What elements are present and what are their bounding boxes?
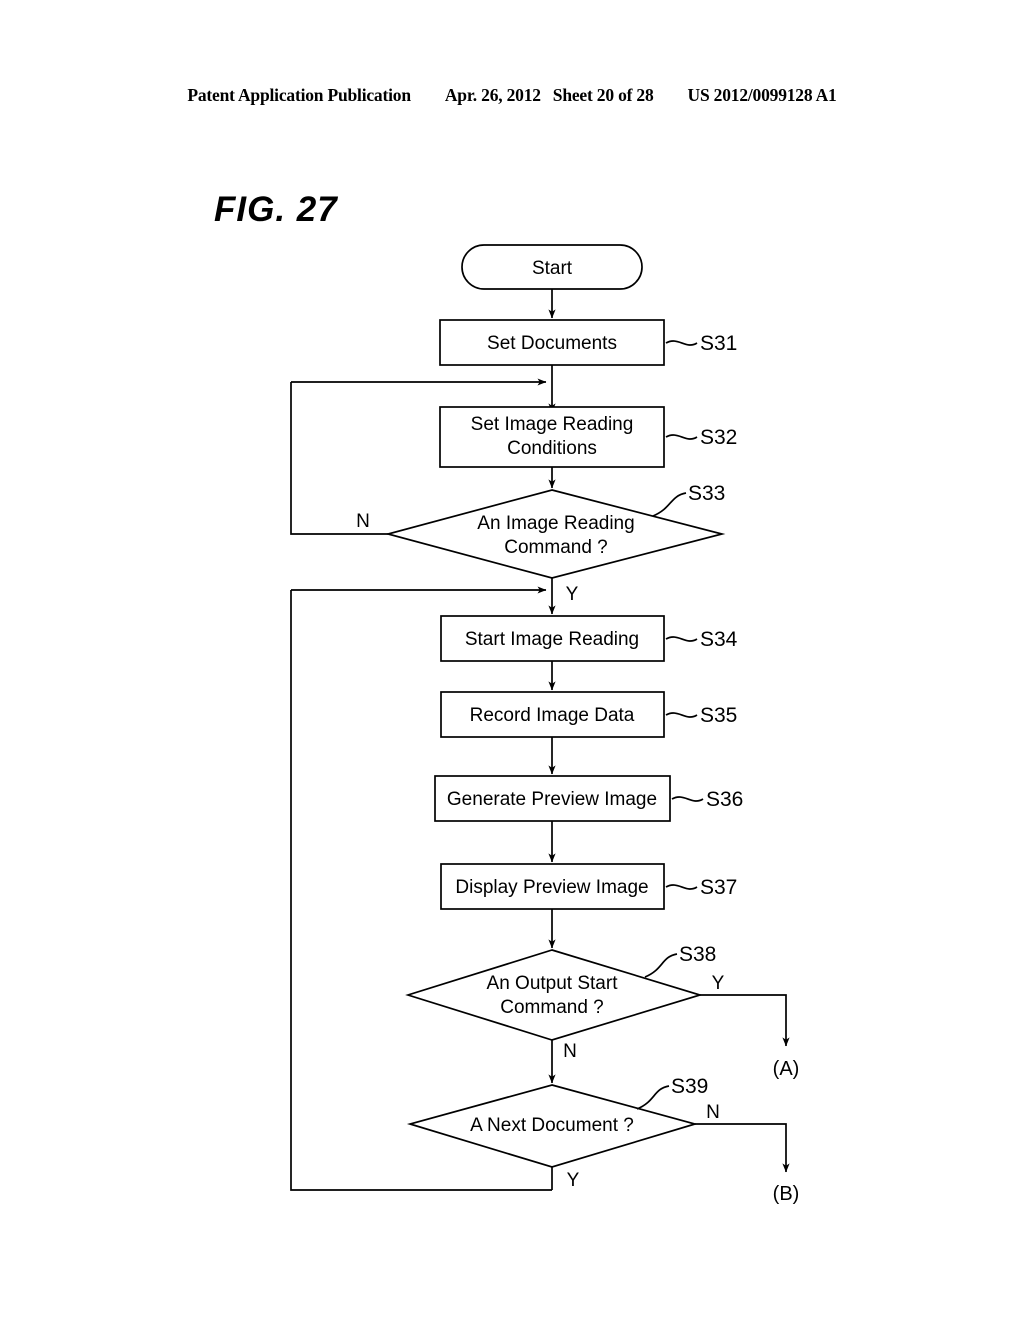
s39-step-number: S39 <box>671 1075 708 1098</box>
s35-step-number: S35 <box>700 704 737 727</box>
node-s39: A Next Document ? S39 <box>406 1075 708 1168</box>
s32-label-line1: Set Image Reading <box>471 414 634 435</box>
s37-leader-line <box>665 884 698 890</box>
node-s31: Set Documents S31 <box>439 319 737 366</box>
s32-leader-line <box>665 434 698 440</box>
s34-label: Start Image Reading <box>465 629 639 650</box>
s36-leader-line <box>671 796 704 802</box>
flowline-s39-no-to-connector-b <box>695 1123 790 1173</box>
s38-branch-yes-label: Y <box>712 973 725 994</box>
s37-label: Display Preview Image <box>455 877 648 898</box>
s38-step-number: S38 <box>679 943 716 966</box>
node-s34: Start Image Reading S34 <box>440 615 738 662</box>
s33-branch-no-label: N <box>356 511 370 532</box>
connector-a-label: (A) <box>773 1058 800 1080</box>
s37-step-number: S37 <box>700 876 737 899</box>
s33-branch-yes-label: Y <box>566 584 579 605</box>
s38-branch-no-label: N <box>563 1041 577 1062</box>
start-terminal-label: Start <box>532 258 573 279</box>
s38-leader-line <box>644 953 678 978</box>
s33-label-line2: Command ? <box>504 537 608 558</box>
node-start: Start <box>461 244 643 290</box>
s33-decision-shape <box>384 489 726 579</box>
node-s35: Record Image Data S35 <box>440 691 737 738</box>
s36-label: Generate Preview Image <box>447 789 657 810</box>
s32-step-number: S32 <box>700 426 737 449</box>
s39-branch-no-label: N <box>706 1102 720 1123</box>
connector-b-label: (B) <box>773 1183 800 1205</box>
s39-label: A Next Document ? <box>470 1115 634 1136</box>
s36-step-number: S36 <box>706 788 743 811</box>
s34-step-number: S34 <box>700 628 738 651</box>
s39-branch-yes-label: Y <box>567 1170 580 1191</box>
node-s37: Display Preview Image S37 <box>440 863 737 910</box>
node-s38: An Output Start Command ? S38 <box>405 943 716 1041</box>
s31-leader-line <box>665 340 698 346</box>
s31-step-number: S31 <box>700 332 737 355</box>
s38-decision-shape <box>405 949 703 1041</box>
s32-label-line2: Conditions <box>507 438 597 459</box>
s33-leader-line <box>652 492 687 517</box>
s35-leader-line <box>665 712 698 718</box>
s38-label-line2: Command ? <box>500 997 604 1018</box>
patent-page: Patent Application Publication Apr. 26, … <box>0 0 1024 1320</box>
node-s36: Generate Preview Image S36 <box>434 775 743 822</box>
node-s33: An Image Reading Command ? S33 <box>384 482 726 579</box>
s34-leader-line <box>665 636 698 642</box>
s35-label: Record Image Data <box>470 705 635 726</box>
flowline-s38-yes-to-connector-a <box>700 994 790 1047</box>
s31-label: Set Documents <box>487 333 617 354</box>
flowchart-diagram: Start Set Documents S31 Set Image Readin… <box>290 244 800 1205</box>
s39-leader-line <box>636 1085 670 1110</box>
loop-s33-no-path <box>290 382 388 535</box>
s33-step-number: S33 <box>688 482 725 505</box>
node-s32: Set Image Reading Conditions S32 <box>439 406 737 468</box>
s38-label-line1: An Output Start <box>487 973 619 994</box>
s33-label-line1: An Image Reading <box>477 513 634 534</box>
